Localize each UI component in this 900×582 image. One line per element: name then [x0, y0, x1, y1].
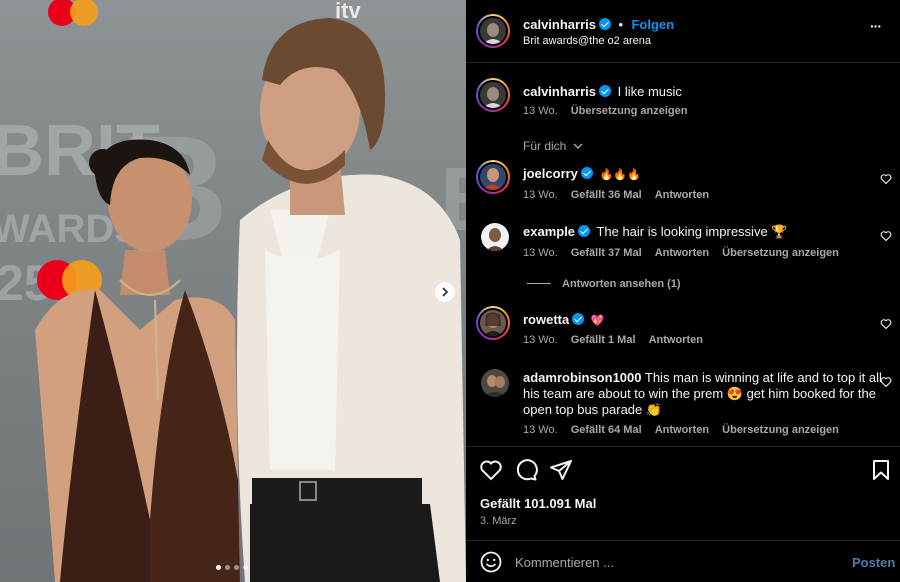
- caption-username[interactable]: calvinharris: [523, 84, 596, 99]
- verified-icon: [578, 225, 591, 237]
- comment-meta: 13 Wo. Gefällt 36 Mal Antworten: [523, 189, 719, 201]
- comment-translate-button[interactable]: Übersetzung anzeigen: [722, 247, 839, 259]
- comment-username[interactable]: example: [523, 224, 575, 239]
- comment-text-line: his team are about to win the prem 😍 get…: [523, 386, 876, 401]
- caption-line: calvinharris I like music: [523, 84, 682, 100]
- post-details-panel: calvinharris • Folgen Brit awards@the o2…: [466, 0, 900, 582]
- caption-time[interactable]: 13 Wo.: [523, 105, 558, 117]
- view-replies-button[interactable]: Antworten ansehen (1): [562, 278, 681, 290]
- verified-icon: [599, 85, 611, 97]
- comment-likes[interactable]: Gefällt 1 Mal: [571, 334, 636, 346]
- comment-avatar[interactable]: [476, 160, 510, 194]
- comment-time[interactable]: 13 Wo.: [523, 424, 558, 436]
- comment-likes[interactable]: Gefällt 64 Mal: [571, 424, 642, 436]
- more-icon[interactable]: ···: [870, 18, 882, 34]
- comment-username[interactable]: adamrobinson1000: [523, 370, 642, 385]
- carousel-dot: [225, 565, 230, 570]
- header-divider: [466, 62, 900, 63]
- comment-text-line: This man is winning at life and to top i…: [644, 370, 882, 385]
- caption-avatar[interactable]: [476, 78, 510, 112]
- comment-time[interactable]: 13 Wo.: [523, 334, 558, 346]
- comment-text-line: open top bus parade 👏: [523, 402, 663, 417]
- emoji-icon[interactable]: [479, 550, 503, 574]
- post-date[interactable]: 3. März: [480, 515, 517, 527]
- comment-likes[interactable]: Gefällt 36 Mal: [571, 189, 642, 201]
- comment-username[interactable]: rowetta: [523, 312, 569, 327]
- comment-time[interactable]: 13 Wo.: [523, 247, 558, 259]
- post-header-line: calvinharris • Folgen: [523, 16, 674, 34]
- likes-count[interactable]: Gefällt 101.091 Mal: [480, 496, 596, 511]
- post-location[interactable]: Brit awards@the o2 arena: [523, 35, 651, 47]
- comment-icon[interactable]: [514, 458, 538, 482]
- reply-button[interactable]: Antworten: [655, 424, 709, 436]
- comment-line: example The hair is looking impressive 🏆: [523, 224, 787, 240]
- comment-text: The hair is looking impressive 🏆: [596, 224, 788, 239]
- verified-icon: [580, 167, 593, 179]
- comment-meta: 13 Wo. Gefällt 37 Mal Antworten Übersetz…: [523, 247, 849, 259]
- comment-text: 💖: [590, 315, 605, 327]
- author-avatar[interactable]: [476, 14, 510, 48]
- comment-like-icon[interactable]: [880, 318, 892, 330]
- reply-button[interactable]: Antworten: [655, 247, 709, 259]
- comment-filter-dropdown[interactable]: Für dich: [523, 139, 583, 153]
- comment-meta: 13 Wo. Gefällt 1 Mal Antworten: [523, 334, 713, 346]
- svg-text:itv: itv: [335, 0, 361, 23]
- comment-translate-button[interactable]: Übersetzung anzeigen: [722, 424, 839, 436]
- carousel-dot: [234, 565, 239, 570]
- comment-likes[interactable]: Gefällt 37 Mal: [571, 247, 642, 259]
- reply-button[interactable]: Antworten: [655, 189, 709, 201]
- comment-avatar[interactable]: [481, 223, 509, 251]
- reply-button[interactable]: Antworten: [649, 334, 703, 346]
- author-username[interactable]: calvinharris: [523, 17, 596, 32]
- comment-line: rowetta 💖: [523, 312, 605, 329]
- chevron-down-icon: [573, 143, 583, 149]
- comment-text: 🔥🔥🔥: [599, 169, 641, 181]
- verified-icon: [599, 18, 611, 30]
- comment-filter-label: Für dich: [523, 139, 567, 153]
- comment-time[interactable]: 13 Wo.: [523, 189, 558, 201]
- follow-button[interactable]: Folgen: [631, 17, 674, 32]
- next-slide-button[interactable]: [435, 282, 455, 302]
- post-photo[interactable]: BRIT WARDS 25 B B itv: [0, 0, 466, 582]
- carousel-indicator: [216, 565, 248, 570]
- caption-meta: 13 Wo. Übersetzung anzeigen: [523, 105, 697, 117]
- comment-line: joelcorry 🔥🔥🔥: [523, 166, 641, 183]
- comment-username[interactable]: joelcorry: [523, 166, 578, 181]
- photo-scene: BRIT WARDS 25 B B itv: [0, 0, 466, 582]
- carousel-dot: [243, 565, 248, 570]
- comment-like-icon[interactable]: [880, 173, 892, 185]
- post-comment-button[interactable]: Posten: [852, 555, 895, 570]
- next-arrow-icon: [442, 287, 449, 297]
- actions-divider: [466, 446, 900, 447]
- like-icon[interactable]: [479, 458, 503, 482]
- comment-like-icon[interactable]: [880, 376, 892, 388]
- share-icon[interactable]: [549, 458, 573, 482]
- verified-icon: [572, 313, 585, 325]
- comment-input[interactable]: Kommentieren ...: [515, 555, 614, 570]
- input-divider: [466, 540, 900, 541]
- carousel-dot: [216, 565, 221, 570]
- comment-avatar[interactable]: [481, 369, 509, 397]
- replies-line: [527, 283, 551, 284]
- caption-translate-button[interactable]: Übersetzung anzeigen: [571, 105, 688, 117]
- separator-dot: •: [618, 17, 624, 32]
- comment-avatar[interactable]: [476, 306, 510, 340]
- comment-line: adamrobinson1000 This man is winning at …: [523, 370, 883, 418]
- caption-text: I like music: [617, 84, 682, 99]
- save-icon[interactable]: [869, 458, 893, 482]
- comment-meta: 13 Wo. Gefällt 64 Mal Antworten Übersetz…: [523, 424, 849, 436]
- comment-like-icon[interactable]: [880, 230, 892, 242]
